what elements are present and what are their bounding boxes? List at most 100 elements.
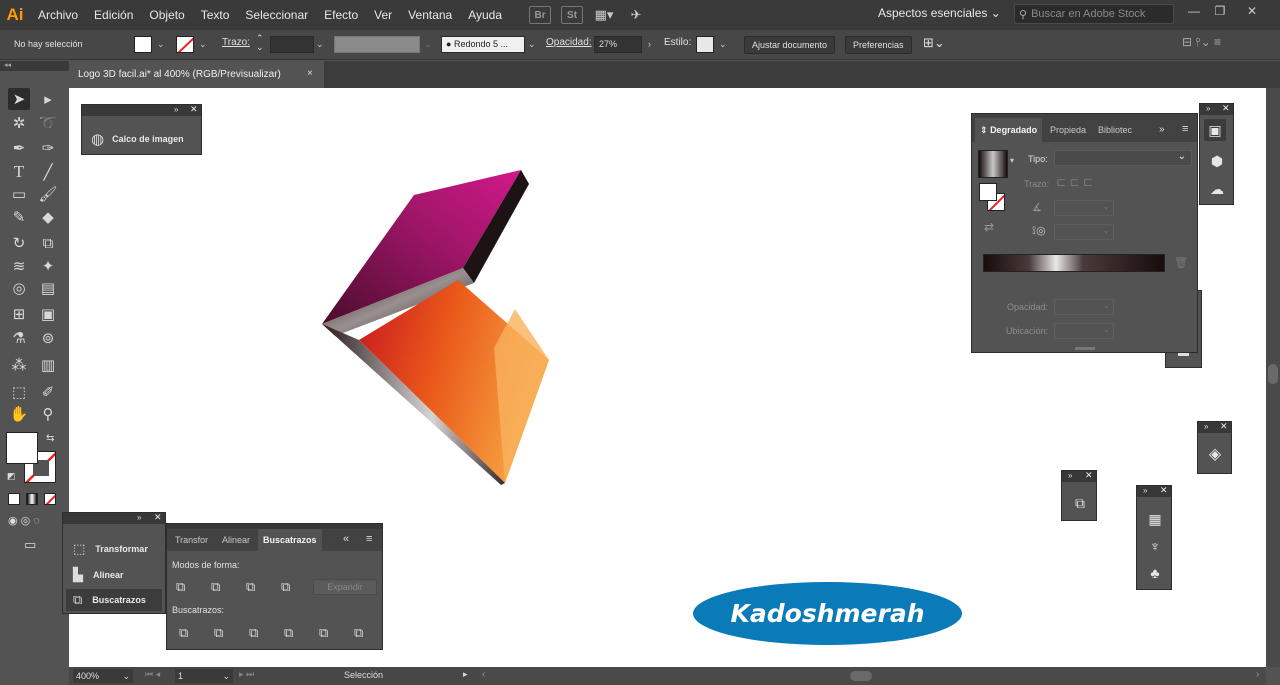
aspect-ratio-field[interactable]: ⌄	[1054, 224, 1114, 240]
panel-header[interactable]: » ✕	[1137, 485, 1171, 497]
draw-mode-icons[interactable]: ◉ ◎ ◌	[8, 514, 40, 527]
chevron-down-icon[interactable]: ⌄	[424, 39, 432, 50]
minimize-button[interactable]: —	[1182, 4, 1206, 22]
scroll-right-arrow[interactable]: ›	[1256, 669, 1259, 680]
restore-button[interactable]: ❐	[1208, 4, 1232, 22]
layers-panel-icon[interactable]: ◈	[1204, 443, 1226, 465]
aspect-ratio-icon[interactable]: ⟟◎	[1032, 224, 1046, 238]
exclude-icon[interactable]: ⧉	[281, 579, 290, 595]
trim-icon[interactable]: ⧉	[214, 625, 223, 641]
fill-stroke-indicator[interactable]	[979, 183, 1007, 211]
chevron-down-icon[interactable]: ▾	[1010, 156, 1014, 165]
panel-menu-icon[interactable]: ≡	[366, 533, 372, 545]
rotate-tool-icon[interactable]: ↻	[8, 232, 30, 254]
appearance-panel-icon[interactable]: ⬢	[1206, 150, 1228, 172]
selection-tool-icon[interactable]: ➤	[8, 88, 30, 110]
tab-align[interactable]: Alinear	[217, 529, 255, 551]
outline-icon[interactable]: ⧉	[319, 625, 328, 641]
panel-header[interactable]: » ✕	[63, 512, 165, 524]
reverse-gradient-icon[interactable]: ⇄	[984, 220, 994, 234]
chevron-right-icon[interactable]: ›	[648, 39, 651, 49]
menu-ayuda[interactable]: Ayuda	[460, 0, 510, 30]
vertical-scrollbar[interactable]	[1266, 88, 1280, 667]
column-graph-tool-icon[interactable]: ▥	[37, 354, 59, 376]
rectangle-tool-icon[interactable]: ▭	[8, 183, 30, 205]
preferences-button[interactable]: Preferencias	[845, 36, 912, 54]
collapse-arrows-icon[interactable]: »	[137, 513, 141, 522]
screen-mode-icon[interactable]: ▭	[24, 537, 36, 553]
collapse-arrows-icon[interactable]: »	[1143, 486, 1147, 495]
opacity-field[interactable]: ⌄	[1054, 299, 1114, 315]
gradient-preview-swatch[interactable]	[978, 150, 1008, 178]
collapse-arrows-icon[interactable]: «	[343, 533, 349, 545]
paintbrush-tool-icon[interactable]: 🖌	[37, 183, 59, 205]
fit-document-button[interactable]: Ajustar documento	[744, 36, 836, 54]
gradient-panel-icon[interactable]: ▣	[1204, 119, 1226, 141]
eraser-tool-icon[interactable]: ◆	[37, 206, 59, 228]
default-colors-icon[interactable]: ◩	[7, 471, 16, 482]
tools-panel-header[interactable]: ◂◂	[0, 61, 69, 71]
curvature-tool-icon[interactable]: ✑	[37, 137, 59, 159]
magic-wand-tool-icon[interactable]: ✲	[8, 112, 30, 134]
gradient-slider[interactable]	[983, 254, 1165, 272]
menu-archivo[interactable]: Archivo	[30, 0, 86, 30]
close-icon[interactable]: ✕	[1220, 421, 1228, 432]
close-window-button[interactable]: ✕	[1240, 4, 1264, 22]
delete-stop-icon[interactable]: 🗑	[1174, 256, 1188, 269]
menu-objeto[interactable]: Objeto	[141, 0, 192, 30]
collapse-arrows-icon[interactable]: »	[1068, 471, 1072, 480]
chevron-down-icon[interactable]: ⌄	[316, 39, 324, 50]
shaper-tool-icon[interactable]: ✎	[8, 206, 30, 228]
puppet-warp-tool-icon[interactable]: ✦	[37, 255, 59, 277]
artboard-number-field[interactable]: 1 ⌄	[175, 669, 233, 683]
mesh-tool-icon[interactable]: ⊞	[8, 303, 30, 325]
align-panel-item[interactable]: ▙ Alinear	[73, 567, 124, 583]
merge-icon[interactable]: ⧉	[249, 625, 258, 641]
fill-color-box[interactable]	[6, 432, 38, 464]
lasso-tool-icon[interactable]: ➰	[37, 112, 59, 134]
gradient-type-select[interactable]: ⌄	[1054, 150, 1192, 166]
pathfinder-panel-item[interactable]: ⧉ Buscatrazos	[66, 589, 162, 611]
status-menu-arrow[interactable]: ▸	[463, 669, 468, 680]
creative-cloud-libraries-icon[interactable]: ☁	[1206, 178, 1228, 200]
artboard-nav-last[interactable]: ▸ ⏭	[239, 669, 254, 680]
none-mode-icon[interactable]	[44, 493, 56, 505]
gradient-tool-icon[interactable]: ▣	[37, 303, 59, 325]
menu-ventana[interactable]: Ventana	[400, 0, 460, 30]
align-icons[interactable]: ⊟ ⫯⌄ ≡	[1182, 35, 1221, 50]
panel-header[interactable]: » ✕	[1198, 421, 1231, 433]
document-tab[interactable]: Logo 3D facil.ai* al 400% (RGB/Previsual…	[69, 61, 324, 88]
stock-search-input[interactable]: ⚲ Buscar en Adobe Stock	[1014, 4, 1174, 24]
bridge-icon[interactable]: Br	[529, 6, 552, 24]
menu-efecto[interactable]: Efecto	[316, 0, 366, 30]
graphic-style-swatch[interactable]	[696, 36, 714, 53]
collapse-arrows-icon[interactable]: »	[1159, 124, 1165, 135]
opacity-field[interactable]: 27%	[594, 36, 642, 53]
panel-menu-icon[interactable]: ≡	[1182, 123, 1188, 135]
swap-fill-stroke-icon[interactable]: ⇆	[46, 433, 54, 444]
symbols-panel-icon[interactable]: ♣	[1144, 562, 1166, 584]
zoom-tool-icon[interactable]: ⚲	[37, 403, 59, 425]
scroll-left-arrow[interactable]: ‹	[482, 669, 485, 680]
chevron-down-icon[interactable]: ⌄	[528, 39, 536, 50]
menu-texto[interactable]: Texto	[193, 0, 238, 30]
stroke-weight-field[interactable]	[270, 36, 314, 53]
vertical-scroll-thumb[interactable]	[1268, 364, 1278, 384]
close-icon[interactable]: ✕	[1085, 470, 1093, 481]
arrange-documents-icon[interactable]: ▦▾	[593, 6, 615, 24]
panel-header[interactable]: » ✕	[82, 104, 201, 116]
shape-builder-tool-icon[interactable]: ◎	[8, 277, 30, 299]
gradient-mode-icon[interactable]	[26, 493, 38, 505]
color-mode-icon[interactable]	[8, 493, 20, 505]
stock-icon[interactable]: St	[561, 6, 584, 24]
tab-transform[interactable]: Transfor	[170, 529, 213, 551]
close-icon[interactable]: ✕	[154, 512, 162, 523]
gpu-performance-icon[interactable]: ✈	[625, 6, 647, 24]
unite-icon[interactable]: ⧉	[176, 579, 185, 595]
tab-pathfinder[interactable]: Buscatrazos	[258, 529, 322, 551]
minus-front-icon[interactable]: ⧉	[211, 579, 220, 595]
collapse-arrows-icon[interactable]: »	[174, 105, 178, 114]
minus-back-icon[interactable]: ⧉	[354, 625, 363, 641]
type-tool-icon[interactable]: T	[8, 161, 30, 183]
angle-icon[interactable]: ∡	[1032, 201, 1042, 214]
